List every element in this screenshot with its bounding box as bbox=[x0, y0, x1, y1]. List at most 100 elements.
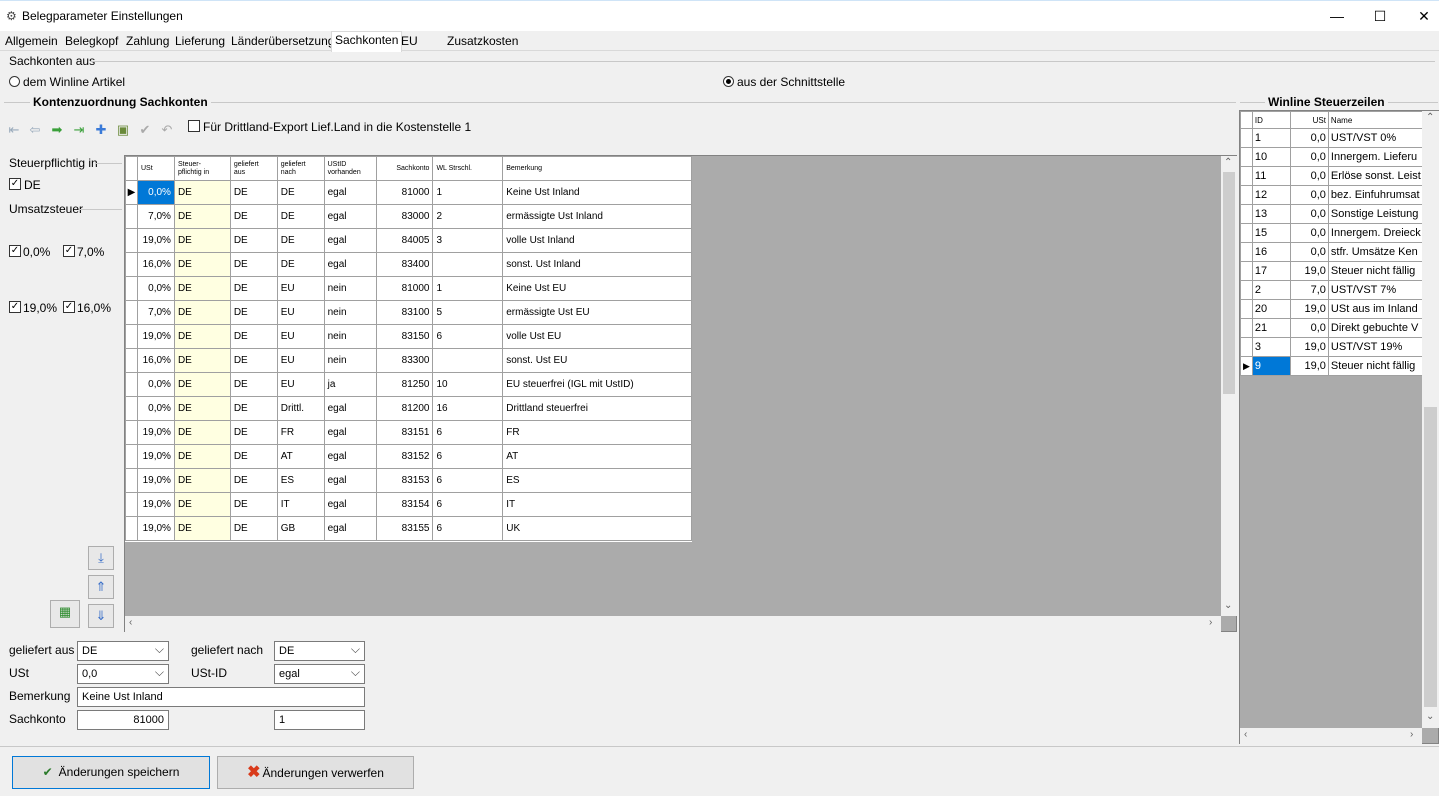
steuerzeilen-cell[interactable]: UST/VST 19% bbox=[1327, 337, 1423, 357]
tab-zahlung[interactable]: Zahlung bbox=[123, 33, 172, 51]
steuerzeilen-row[interactable]: 15 0,0 Innergem. Dreieck bbox=[1240, 223, 1423, 243]
table-cell[interactable]: egal bbox=[323, 516, 377, 541]
filter-19-checkbox[interactable]: ✓ bbox=[9, 301, 21, 313]
discard-button[interactable]: ✖ Änderungen verwerfen bbox=[217, 756, 414, 789]
table-row[interactable]: 7,0% DE DE EU nein 83100 5 ermässigte Ust EU bbox=[125, 300, 692, 325]
row-header[interactable] bbox=[125, 420, 138, 445]
table-cell[interactable]: DE bbox=[229, 228, 278, 253]
steuerzeilen-cell[interactable]: 10 bbox=[1251, 147, 1291, 167]
filter-0-checkbox[interactable]: ✓ bbox=[9, 245, 21, 257]
steuerzeilen-cell[interactable]: 13 bbox=[1251, 204, 1291, 224]
table-cell[interactable]: DE bbox=[173, 420, 231, 445]
table-row[interactable]: 7,0% DE DE DE egal 83000 2 ermässigte Ust Inlan… bbox=[125, 204, 692, 229]
row-header[interactable] bbox=[125, 324, 138, 349]
table-cell[interactable]: 19,0% bbox=[136, 468, 175, 493]
table-cell[interactable]: sonst. Ust EU bbox=[502, 348, 692, 373]
move-to-position-icon[interactable]: ⤓ bbox=[88, 546, 114, 570]
table-cell[interactable]: egal bbox=[323, 492, 377, 517]
rscroll-right-icon[interactable]: › bbox=[1410, 729, 1413, 740]
table-cell[interactable]: DE bbox=[229, 372, 278, 397]
table-cell[interactable]: 84005 bbox=[375, 228, 434, 253]
prev-record-icon[interactable]: ⇦ bbox=[26, 119, 44, 141]
table-cell[interactable]: 81250 bbox=[375, 372, 434, 397]
table-cell[interactable]: DE bbox=[173, 516, 231, 541]
table-row[interactable]: 19,0% DE DE FR egal 83151 6 FR bbox=[125, 420, 692, 445]
table-cell[interactable]: 83150 bbox=[375, 324, 434, 349]
table-cell[interactable]: 6 bbox=[432, 444, 504, 469]
steuerzeilen-cell[interactable]: 9 bbox=[1251, 356, 1291, 376]
move-down-icon[interactable]: ⇓ bbox=[88, 604, 114, 628]
move-up-icon[interactable]: ⇑ bbox=[88, 575, 114, 599]
table-cell[interactable]: DE bbox=[276, 252, 325, 277]
steuerzeilen-cell[interactable]: 3 bbox=[1251, 337, 1291, 357]
table-cell[interactable]: nein bbox=[323, 324, 377, 349]
steuerzeilen-column-header[interactable]: ID bbox=[1251, 111, 1291, 129]
table-row[interactable]: 0,0% DE DE EU ja 81250 10 EU steuerfrei (IGL mi… bbox=[125, 372, 692, 397]
steuerzeilen-horizontal-scrollbar[interactable]: ‹ › bbox=[1240, 728, 1422, 744]
table-row[interactable]: ▶ 0,0% DE DE DE egal 81000 1 Keine Ust Inland bbox=[125, 180, 692, 205]
table-cell[interactable]: EU bbox=[276, 372, 325, 397]
table-cell[interactable]: DE bbox=[173, 444, 231, 469]
steuerzeilen-row[interactable]: 12 0,0 bez. Einfuhrumsat bbox=[1240, 185, 1423, 205]
row-header[interactable] bbox=[125, 228, 138, 253]
steuerzeilen-row[interactable]: ▶ 9 19,0 Steuer nicht fällig bbox=[1240, 356, 1423, 376]
table-cell[interactable]: 83300 bbox=[375, 348, 434, 373]
steuerzeilen-cell[interactable]: 16 bbox=[1251, 242, 1291, 262]
table-cell[interactable]: DE bbox=[229, 300, 278, 325]
row-header[interactable] bbox=[1240, 185, 1253, 205]
steuerzeilen-cell[interactable]: stfr. Umsätze Ken bbox=[1327, 242, 1423, 262]
radio-schnittstelle[interactable] bbox=[723, 76, 734, 87]
steuerzeilen-row[interactable]: 13 0,0 Sonstige Leistung bbox=[1240, 204, 1423, 224]
table-cell[interactable]: 83153 bbox=[375, 468, 434, 493]
table-cell[interactable]: 0,0% bbox=[136, 276, 175, 301]
table-cell[interactable]: ermässigte Ust EU bbox=[502, 300, 692, 325]
steuerzeilen-cell[interactable]: 20 bbox=[1251, 299, 1291, 319]
table-cell[interactable]: DE bbox=[229, 324, 278, 349]
table-cell[interactable]: 0,0% bbox=[136, 180, 175, 205]
table-cell[interactable]: IT bbox=[276, 492, 325, 517]
sachkonten-grid[interactable]: USt Steuer-pflichtig in geliefert aus gelief… bbox=[124, 155, 1237, 632]
column-header[interactable]: geliefert aus bbox=[229, 156, 278, 181]
table-cell[interactable]: 83152 bbox=[375, 444, 434, 469]
table-cell[interactable]: 81000 bbox=[375, 276, 434, 301]
table-cell[interactable]: 10 bbox=[432, 372, 504, 397]
column-header[interactable]: geliefert nach bbox=[276, 156, 325, 181]
table-cell[interactable]: ES bbox=[502, 468, 692, 493]
steuerzeilen-cell[interactable]: Innergem. Dreieck bbox=[1327, 223, 1423, 243]
table-cell[interactable]: DE bbox=[173, 468, 231, 493]
table-cell[interactable]: EU steuerfrei (IGL mit UstID) bbox=[502, 372, 692, 397]
steuerzeilen-cell[interactable]: 11 bbox=[1251, 166, 1291, 186]
table-cell[interactable]: 5 bbox=[432, 300, 504, 325]
scroll-down-icon[interactable]: ⌄ bbox=[1224, 600, 1232, 611]
table-row[interactable]: 16,0% DE DE DE egal 83400 sonst. Ust Inland bbox=[125, 252, 692, 277]
table-cell[interactable]: 16,0% bbox=[136, 348, 175, 373]
grid-horizontal-scrollbar[interactable]: ‹ › bbox=[125, 616, 1221, 632]
steuerzeilen-cell[interactable]: 21 bbox=[1251, 318, 1291, 338]
ustid-select[interactable]: egal bbox=[274, 663, 365, 684]
row-header[interactable] bbox=[1240, 128, 1253, 148]
table-cell[interactable]: egal bbox=[323, 444, 377, 469]
table-cell[interactable]: DE bbox=[173, 348, 231, 373]
delete-record-icon[interactable]: ▣ bbox=[114, 119, 132, 141]
table-cell[interactable]: DE bbox=[173, 180, 231, 205]
table-row[interactable]: 19,0% DE DE EU nein 83150 6 volle Ust EU bbox=[125, 324, 692, 349]
table-cell[interactable]: 19,0% bbox=[136, 516, 175, 541]
steuerzeilen-cell[interactable]: 0,0 bbox=[1289, 185, 1329, 205]
table-cell[interactable]: EU bbox=[276, 276, 325, 301]
tab-zusatzkosten[interactable]: Zusatzkosten bbox=[444, 33, 521, 51]
steuerzeilen-cell[interactable]: 1 bbox=[1251, 128, 1291, 148]
column-header[interactable]: Steuer-pflichtig in bbox=[173, 156, 231, 181]
table-cell[interactable]: DE bbox=[173, 396, 231, 421]
table-cell[interactable]: DE bbox=[173, 204, 231, 229]
table-cell[interactable]: FR bbox=[502, 420, 692, 445]
table-cell[interactable]: egal bbox=[323, 468, 377, 493]
table-cell[interactable] bbox=[432, 252, 504, 277]
steuerzeilen-cell[interactable]: bez. Einfuhrumsat bbox=[1327, 185, 1423, 205]
row-header[interactable] bbox=[1240, 147, 1253, 167]
table-cell[interactable]: 83000 bbox=[375, 204, 434, 229]
table-cell[interactable]: 83100 bbox=[375, 300, 434, 325]
table-cell[interactable]: 83400 bbox=[375, 252, 434, 277]
table-cell[interactable]: DE bbox=[229, 396, 278, 421]
steuerzeilen-row[interactable]: 21 0,0 Direkt gebuchte V bbox=[1240, 318, 1423, 338]
table-cell[interactable]: DE bbox=[276, 228, 325, 253]
